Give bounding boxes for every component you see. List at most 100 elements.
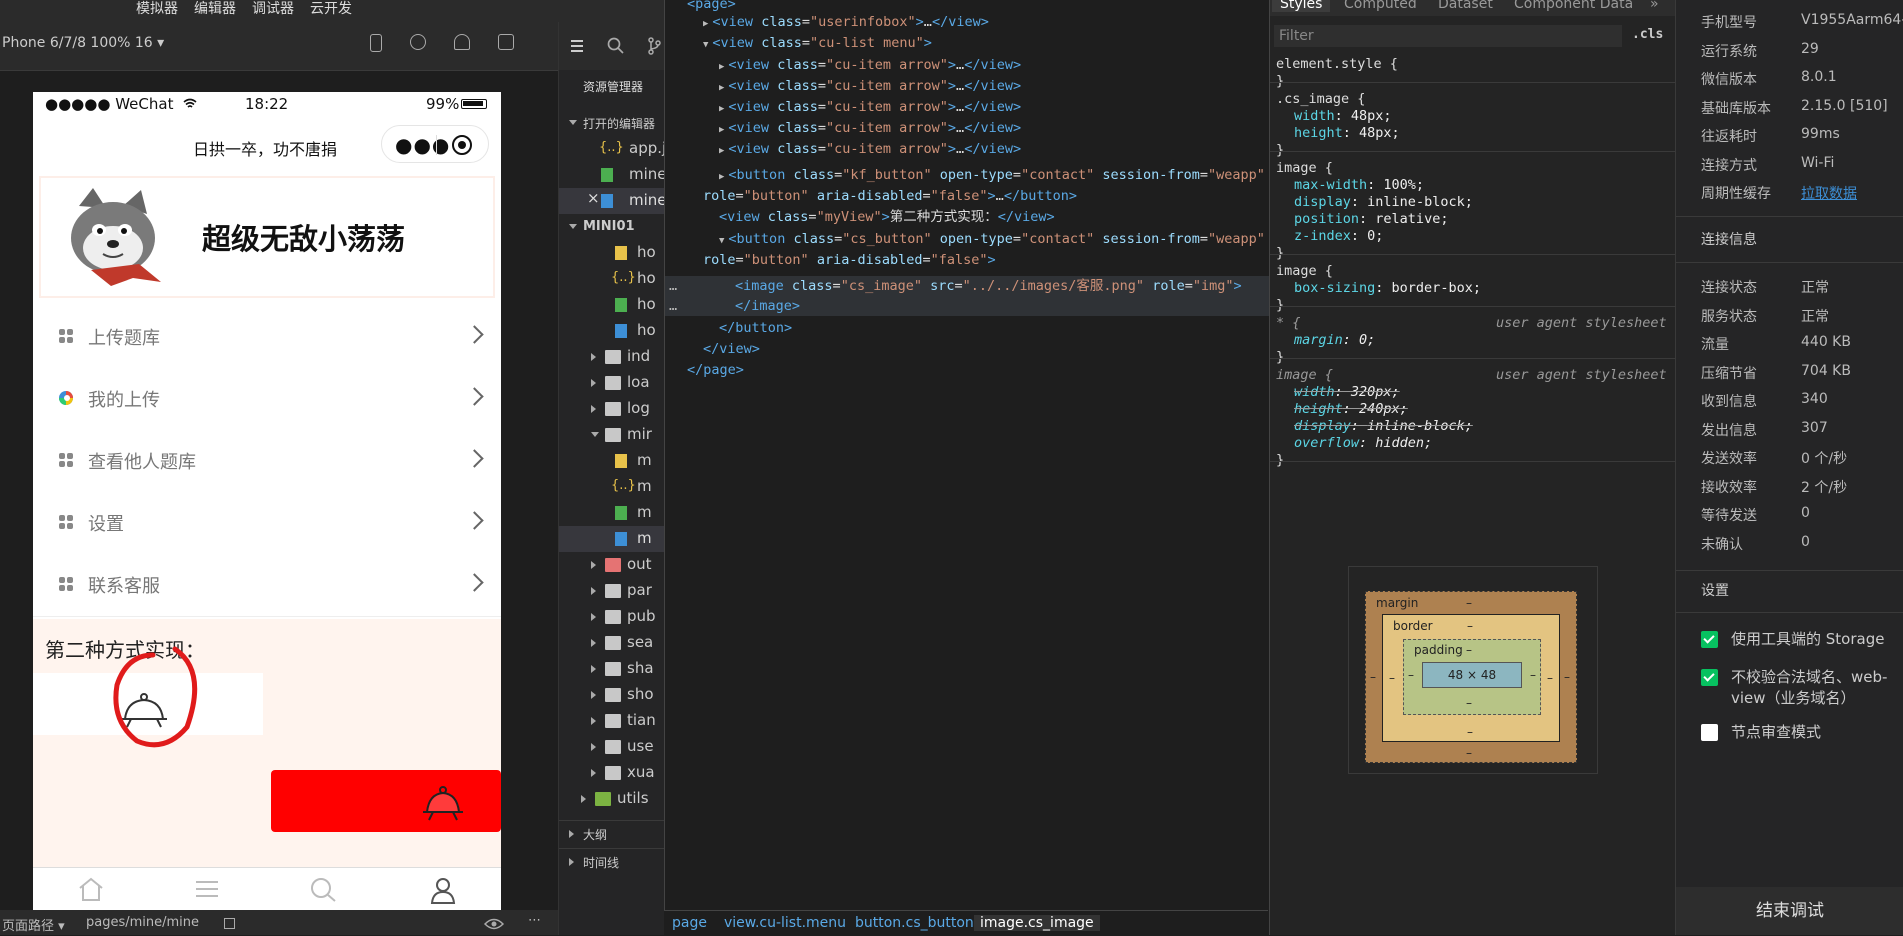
- expand-arrow-icon[interactable]: ▶: [719, 125, 724, 135]
- close-icon[interactable]: ×: [587, 189, 600, 207]
- menu-item-settings[interactable]: 设置: [33, 492, 501, 555]
- more-icon[interactable]: ⋯: [528, 913, 541, 928]
- folder-item[interactable]: sha: [559, 656, 665, 682]
- code-line[interactable]: … </image>: [665, 296, 1269, 316]
- project-section[interactable]: MINI01: [559, 214, 665, 240]
- style-declaration[interactable]: display: inline-block;: [1294, 193, 1473, 211]
- menu-editor[interactable]: 编辑器: [194, 0, 236, 18]
- file-item-selected[interactable]: m: [559, 526, 665, 552]
- eye-icon[interactable]: [484, 918, 504, 930]
- outline-section[interactable]: 大纲: [559, 820, 665, 847]
- style-declaration[interactable]: display: inline-block;: [1294, 417, 1473, 435]
- timeline-section[interactable]: 时间线: [559, 848, 665, 875]
- style-declaration[interactable]: max-width: 100%;: [1294, 176, 1424, 194]
- style-declaration[interactable]: z-index: 0;: [1294, 227, 1383, 245]
- expand-arrow-icon[interactable]: ▶: [719, 146, 724, 156]
- folder-item[interactable]: xua: [559, 760, 665, 786]
- page-path-label[interactable]: 页面路径 ▾: [2, 915, 65, 934]
- menu-simulator[interactable]: 模拟器: [136, 0, 178, 18]
- file-item[interactable]: ho: [559, 240, 665, 266]
- search-icon[interactable]: [309, 876, 337, 902]
- menu-item-contact-service[interactable]: 联系客服: [33, 554, 501, 617]
- style-declaration[interactable]: height: 48px;: [1294, 124, 1400, 142]
- file-item[interactable]: mine: [559, 162, 665, 188]
- file-item[interactable]: {..} ho: [559, 266, 665, 292]
- menu-cloud[interactable]: 云开发: [310, 0, 352, 18]
- device-selector[interactable]: Phone 6/7/8 100% 16 ▾: [2, 35, 164, 51]
- folder-item[interactable]: sea: [559, 630, 665, 656]
- setting-checkbox[interactable]: [1701, 724, 1718, 741]
- more-icon[interactable]: ●●●: [395, 133, 450, 157]
- git-branch-icon[interactable]: [647, 37, 661, 55]
- kf-button[interactable]: [271, 770, 501, 832]
- style-declaration[interactable]: position: relative;: [1294, 210, 1448, 228]
- file-item[interactable]: m: [559, 500, 665, 526]
- style-declaration[interactable]: width: 320px;: [1294, 383, 1400, 401]
- style-declaration[interactable]: height: 240px;: [1294, 400, 1408, 418]
- phone-icon[interactable]: [370, 34, 382, 52]
- copy-icon[interactable]: [224, 918, 235, 929]
- folder-item[interactable]: log: [559, 396, 665, 422]
- style-declaration[interactable]: margin: 0;: [1294, 331, 1375, 349]
- tab-styles[interactable]: Styles: [1272, 0, 1331, 12]
- file-item[interactable]: ho: [559, 292, 665, 318]
- style-declaration[interactable]: overflow: hidden;: [1294, 434, 1432, 452]
- mute-icon[interactable]: [454, 34, 470, 50]
- file-item[interactable]: ho: [559, 318, 665, 344]
- style-declaration[interactable]: box-sizing: border-box;: [1294, 279, 1481, 297]
- user-icon[interactable]: [429, 876, 457, 904]
- collapse-arrow-icon[interactable]: ▼: [719, 236, 724, 246]
- expand-arrow-icon[interactable]: ▶: [719, 62, 724, 72]
- crumb-cs-button[interactable]: button.cs_button: [855, 915, 974, 931]
- tabs-overflow-icon[interactable]: »: [1650, 0, 1659, 12]
- list-icon[interactable]: [193, 876, 221, 902]
- setting-checkbox[interactable]: [1701, 631, 1718, 648]
- open-editors-section[interactable]: 打开的编辑器: [559, 110, 665, 136]
- folder-item-open[interactable]: mir: [559, 422, 665, 448]
- fetch-data-link[interactable]: 拉取数据: [1801, 183, 1857, 203]
- close-mini-icon[interactable]: [452, 135, 472, 155]
- folder-item[interactable]: out: [559, 552, 665, 578]
- file-item[interactable]: m: [559, 448, 665, 474]
- expand-arrow-icon[interactable]: ▶: [719, 172, 724, 182]
- expand-arrow-icon[interactable]: ▶: [703, 19, 708, 29]
- crumb-page[interactable]: page: [672, 915, 707, 931]
- files-icon[interactable]: [569, 38, 585, 54]
- tab-computed[interactable]: Computed: [1344, 0, 1417, 12]
- collapse-arrow-icon[interactable]: ▼: [703, 40, 708, 50]
- menu-debugger[interactable]: 调试器: [252, 0, 294, 18]
- setting-checkbox[interactable]: [1701, 669, 1718, 686]
- code-line[interactable]: … <image class="cs_image" src="../../imag…: [665, 276, 1269, 296]
- folder-item[interactable]: use: [559, 734, 665, 760]
- styles-filter-input[interactable]: Filter: [1274, 25, 1622, 47]
- folder-item[interactable]: tian: [559, 708, 665, 734]
- home-icon[interactable]: [77, 876, 105, 902]
- menu-item-upload-bank[interactable]: 上传题库: [33, 306, 501, 369]
- menu-item-label: 上传题库: [88, 328, 160, 349]
- menu-item-others-bank[interactable]: 查看他人题库: [33, 430, 501, 493]
- search-icon[interactable]: [607, 37, 625, 55]
- expand-arrow-icon[interactable]: ▶: [719, 83, 724, 93]
- file-item[interactable]: {..} m: [559, 474, 665, 500]
- style-declaration[interactable]: width: 48px;: [1294, 107, 1392, 125]
- cls-toggle[interactable]: .cls: [1632, 27, 1663, 42]
- menu-item-my-uploads[interactable]: 我的上传: [33, 368, 501, 431]
- file-item[interactable]: {..} app.j: [559, 136, 665, 162]
- window-icon[interactable]: [498, 34, 514, 50]
- crumb-cs-image[interactable]: image.cs_image: [974, 915, 1100, 931]
- folder-item[interactable]: utils: [559, 786, 665, 812]
- record-icon[interactable]: [410, 34, 426, 50]
- folder-item[interactable]: ind: [559, 344, 665, 370]
- expand-arrow-icon[interactable]: ▶: [719, 104, 724, 114]
- end-debug-button[interactable]: 结束调试: [1676, 887, 1903, 935]
- tab-component-data[interactable]: Component Data: [1514, 0, 1633, 12]
- style-value: 0;: [1367, 228, 1384, 244]
- tab-dataset[interactable]: Dataset: [1438, 0, 1493, 12]
- folder-item[interactable]: par: [559, 578, 665, 604]
- code-token: <button: [728, 167, 794, 183]
- file-item-active[interactable]: × mine: [559, 188, 665, 214]
- folder-item[interactable]: loa: [559, 370, 665, 396]
- folder-item[interactable]: sho: [559, 682, 665, 708]
- crumb-view-menu[interactable]: view.cu-list.menu: [724, 915, 846, 931]
- folder-item[interactable]: pub: [559, 604, 665, 630]
